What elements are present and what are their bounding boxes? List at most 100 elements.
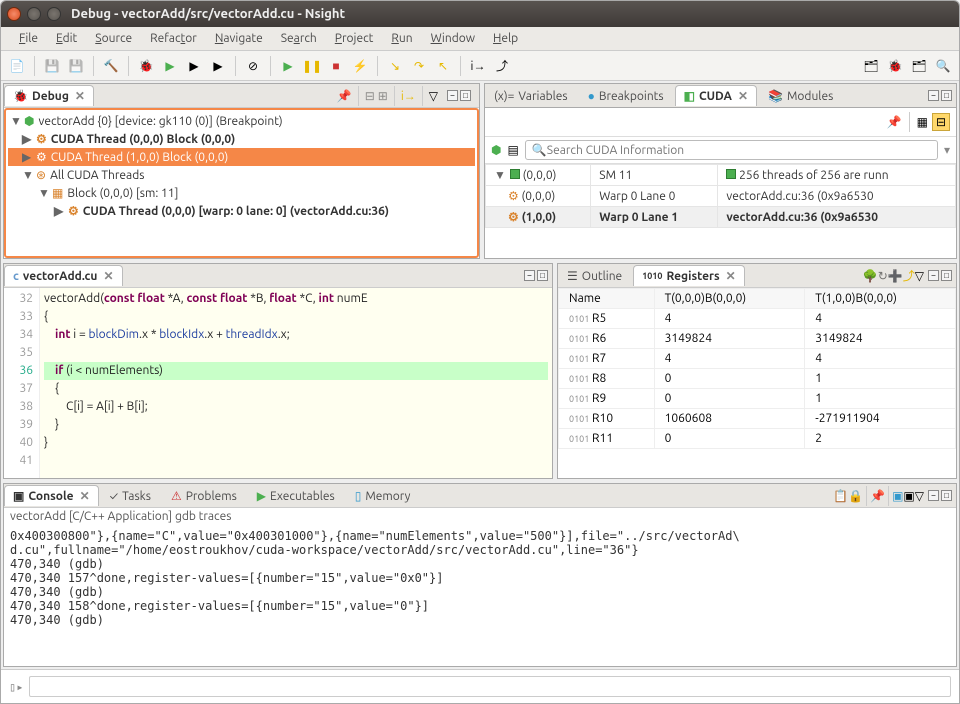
new-icon[interactable]: 📄: [7, 56, 27, 76]
menu-refactor[interactable]: Refactor: [142, 30, 205, 47]
debug-tree-row[interactable]: ▼⬢vectorAdd {0} [device: gk110 (0)] (Bre…: [8, 112, 475, 130]
lock-icon[interactable]: 🔒: [848, 489, 863, 503]
run-icon[interactable]: ▶: [160, 56, 180, 76]
window-close-button[interactable]: [7, 7, 21, 21]
perspective-profiler-icon[interactable]: 🔍: [933, 56, 953, 76]
step-over-icon[interactable]: ↷: [409, 56, 429, 76]
menu-run[interactable]: Run: [383, 30, 420, 47]
build-icon[interactable]: 🔨: [101, 56, 121, 76]
register-row[interactable]: 0101 R801: [559, 369, 956, 389]
pin-console-icon[interactable]: 📌: [870, 489, 885, 503]
tab-registers[interactable]: 1010Registers✕: [633, 265, 745, 286]
cuda-table[interactable]: ▼ (0,0,0)SM 11 256 threads of 256 are ru…: [485, 164, 956, 258]
disconnect-icon[interactable]: ⚡: [350, 56, 370, 76]
close-icon[interactable]: ✕: [75, 89, 85, 103]
menu-search[interactable]: Search: [273, 30, 325, 47]
register-row[interactable]: 0101 R744: [559, 349, 956, 369]
run-last-icon[interactable]: ▶: [208, 56, 228, 76]
cuda-search[interactable]: 🔍: [525, 140, 938, 160]
collapse-icon[interactable]: ⊟: [365, 89, 375, 103]
close-icon[interactable]: ✕: [738, 89, 748, 103]
console-output[interactable]: 0x400300800"},{name="C",value="0x4003010…: [4, 525, 956, 666]
register-row[interactable]: 0101 R544: [559, 309, 956, 329]
menu-source[interactable]: Source: [87, 30, 140, 47]
menu-project[interactable]: Project: [327, 30, 382, 47]
tab-variables[interactable]: (x)=Variables: [485, 86, 577, 106]
debug-icon[interactable]: 🐞: [136, 56, 156, 76]
add-icon[interactable]: ➕: [888, 269, 903, 283]
window-maximize-button[interactable]: [47, 7, 61, 21]
minimize-view-icon[interactable]: –: [928, 90, 939, 101]
filter-icon[interactable]: ▦: [917, 115, 928, 129]
tab-cuda[interactable]: ◧CUDA✕: [675, 85, 757, 106]
tab-executables[interactable]: ▶Executables: [248, 485, 344, 506]
maximize-view-icon[interactable]: □: [460, 90, 471, 101]
cuda-search-input[interactable]: [547, 144, 931, 157]
cuda-row[interactable]: ⚙ (0,0,0)Warp 0 Lane 0vectorAdd.cu:36 (0…: [486, 186, 956, 207]
minimize-view-icon[interactable]: –: [928, 270, 939, 281]
grid-icon[interactable]: ▤: [507, 143, 518, 157]
step-into-icon[interactable]: ↘: [385, 56, 405, 76]
debug-tree-row[interactable]: ▶⚙CUDA Thread (0,0,0) Block (0,0,0): [8, 130, 475, 148]
tree-icon[interactable]: 🌳: [863, 269, 878, 283]
close-icon[interactable]: ✕: [103, 269, 113, 283]
tab-console[interactable]: ▣Console✕: [4, 485, 99, 506]
window-minimize-button[interactable]: [27, 7, 41, 21]
minimize-view-icon[interactable]: –: [447, 90, 458, 101]
debug-tree-row[interactable]: ▶⚙CUDA Thread (1,0,0) Block (0,0,0): [8, 148, 475, 166]
tab-tasks[interactable]: ✓Tasks: [101, 486, 160, 506]
perspective-bug-icon[interactable]: 🐞: [885, 56, 905, 76]
tab-problems[interactable]: ⚠Problems: [162, 485, 246, 506]
menu-help[interactable]: Help: [485, 30, 526, 47]
maximize-view-icon[interactable]: □: [941, 270, 952, 281]
maximize-view-icon[interactable]: □: [537, 270, 548, 281]
debug-tree-row[interactable]: ▼▦Block (0,0,0) [sm: 11]: [8, 184, 475, 202]
menu-navigate[interactable]: Navigate: [207, 30, 271, 47]
menu-edit[interactable]: Edit: [48, 30, 85, 47]
terminate-icon[interactable]: ■: [326, 56, 346, 76]
resume-icon[interactable]: ▶: [278, 56, 298, 76]
menu-file[interactable]: File: [11, 30, 46, 47]
register-row[interactable]: 0101 R1102: [559, 429, 956, 449]
maximize-view-icon[interactable]: □: [941, 90, 952, 101]
refresh-icon[interactable]: ↻: [878, 269, 888, 283]
drop-frame-icon[interactable]: ⤴: [492, 56, 512, 76]
command-input[interactable]: [29, 676, 951, 697]
export-icon[interactable]: ⤴: [903, 267, 915, 284]
instruction-step-icon[interactable]: i→: [468, 56, 488, 76]
minimize-view-icon[interactable]: –: [928, 490, 939, 501]
dropdown-icon[interactable]: ▾: [944, 143, 950, 157]
debug-tree[interactable]: ▼⬢vectorAdd {0} [device: gk110 (0)] (Bre…: [4, 108, 479, 258]
editor-gutter[interactable]: 32333435363738394041: [4, 288, 40, 478]
debug-tree-row[interactable]: ▶⚙CUDA Thread (0,0,0) [warp: 0 lane: 0] …: [8, 202, 475, 220]
tab-breakpoints[interactable]: ●Breakpoints: [579, 85, 673, 106]
save-icon[interactable]: 💾: [42, 56, 62, 76]
step-return-icon[interactable]: ↖: [433, 56, 453, 76]
tab-memory[interactable]: ▯Memory: [346, 485, 420, 506]
profile-icon[interactable]: ▶: [184, 56, 204, 76]
close-icon[interactable]: ✕: [80, 489, 90, 503]
collapse-icon[interactable]: ⊟: [932, 113, 950, 131]
suspend-icon[interactable]: ❚❚: [302, 56, 322, 76]
minimize-view-icon[interactable]: –: [524, 270, 535, 281]
tab-debug[interactable]: 🐞 Debug ✕: [4, 85, 94, 106]
step-mode-icon[interactable]: i→: [401, 89, 416, 103]
menu-icon[interactable]: ▽: [915, 489, 924, 503]
clear-icon[interactable]: 📋: [833, 489, 848, 503]
tab-modules[interactable]: 📚Modules: [759, 85, 842, 106]
maximize-view-icon[interactable]: □: [941, 490, 952, 501]
view-menu-icon[interactable]: ▽: [429, 89, 438, 103]
tab-editor[interactable]: с vectorAdd.cu ✕: [4, 265, 123, 286]
cuda-row[interactable]: ▼ (0,0,0)SM 11 256 threads of 256 are ru…: [486, 165, 956, 186]
editor-code[interactable]: vectorAdd(const float *A, const float *B…: [40, 288, 552, 478]
save-all-icon[interactable]: 💾: [66, 56, 86, 76]
register-row[interactable]: 0101 R101060608-271911904: [559, 409, 956, 429]
open-icon[interactable]: ▣: [903, 489, 914, 503]
register-row[interactable]: 0101 R901: [559, 389, 956, 409]
debug-tree-row[interactable]: ▼⊛All CUDA Threads: [8, 166, 475, 184]
expand-icon[interactable]: ⊞: [378, 89, 388, 103]
registers-table[interactable]: NameT(0,0,0)B(0,0,0)T(1,0,0)B(0,0,0)0101…: [558, 288, 956, 478]
cube-icon[interactable]: ⬢: [491, 143, 501, 157]
display-icon[interactable]: ▣: [892, 489, 903, 503]
perspective-debug-icon[interactable]: 🗂: [861, 56, 881, 76]
